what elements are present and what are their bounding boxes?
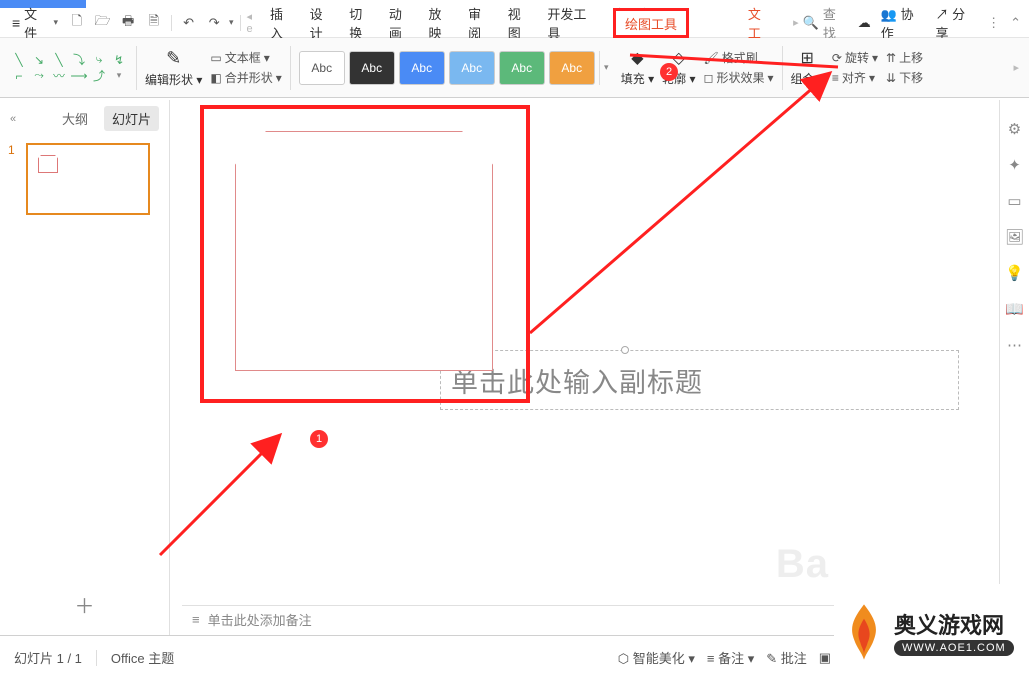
search-label: 查找	[823, 4, 848, 42]
group-button[interactable]: ⊞组合 ▾	[791, 42, 824, 93]
rail-more-icon[interactable]: ⋯	[1007, 336, 1022, 354]
annotation-badge-1: 1	[310, 430, 328, 448]
share-button[interactable]: ↗ 分享	[936, 4, 978, 42]
view-normal-icon[interactable]: ▣	[819, 650, 831, 666]
preview-icon[interactable]: 🗎	[143, 12, 165, 34]
open-icon[interactable]: 🗁	[92, 12, 114, 34]
menu-drawing-tools[interactable]: 绘图工具	[620, 14, 682, 33]
hamburger-icon: ≡	[12, 15, 20, 31]
slide-thumb-1[interactable]: 1	[0, 137, 169, 221]
style-blue[interactable]: Abc	[399, 51, 445, 85]
style-lightblue[interactable]: Abc	[449, 51, 495, 85]
menu-view[interactable]: 视图	[503, 4, 539, 42]
right-rail: ⚙ ✦ ▭ 🖼 💡 📖 ⋯	[999, 100, 1029, 635]
textbox-button[interactable]: ▭文本框 ▾	[210, 49, 281, 66]
fill-button[interactable]: ◆填充 ▾	[621, 42, 654, 93]
cloud-icon[interactable]: ☁	[858, 15, 871, 31]
rotate-handle-icon[interactable]	[621, 346, 629, 354]
slide-counter[interactable]: 幻灯片 1 / 1	[14, 648, 82, 667]
shape-styles-gallery: Abc Abc Abc Abc Abc Abc ▾	[299, 51, 613, 85]
undo-icon[interactable]: ↶	[178, 12, 200, 34]
style-white[interactable]: Abc	[299, 51, 345, 85]
sparkle-icon[interactable]: ✦	[1008, 156, 1021, 174]
search-box[interactable]: 🔍 查找	[803, 4, 848, 42]
tab-slides[interactable]: 幻灯片	[104, 106, 159, 131]
mini-shape-icon	[38, 155, 58, 173]
shape-effect-button[interactable]: ◻形状效果 ▾	[704, 69, 774, 86]
ribbon-scroll-right-icon[interactable]: ▸	[1013, 61, 1019, 74]
inserted-shape[interactable]	[235, 131, 493, 371]
ribbon: ╲↘╲⤵⤷↯ ⌐⤳〰⟶⤴▾ ✎ 编辑形状 ▾ ▭文本框 ▾ ◧合并形状 ▾ Ab…	[0, 38, 1029, 98]
thumb-number: 1	[8, 143, 20, 215]
notes-placeholder: 单击此处添加备注	[208, 610, 312, 629]
caret-down-icon: ▾	[53, 17, 58, 28]
collapse-ribbon-icon[interactable]: ⌃	[1010, 15, 1021, 31]
thumbnail-panel: « 大纲 幻灯片 1 ＋	[0, 100, 170, 635]
file-label: 文件	[24, 4, 49, 42]
tab-outline[interactable]: 大纲	[54, 106, 96, 131]
merge-shape-button[interactable]: ◧合并形状 ▾	[210, 69, 281, 86]
rotate-button[interactable]: ⟳旋转 ▾	[832, 49, 878, 66]
file-menu[interactable]: ≡ 文件 ▾	[8, 4, 62, 42]
menu-review[interactable]: 审阅	[463, 4, 499, 42]
menu-design[interactable]: 设计	[305, 4, 341, 42]
notes-button[interactable]: ≡ 备注 ▾	[707, 648, 754, 667]
slide-canvas[interactable]: 单击此处输入副标题 1 Ba	[170, 100, 1029, 635]
theme-label[interactable]: Office 主题	[111, 648, 174, 667]
layout-icon[interactable]: ▭	[1007, 192, 1021, 210]
move-up-button[interactable]: ⇈上移	[886, 49, 923, 66]
lines-gallery[interactable]: ╲↘╲⤵⤷↯ ⌐⤳〰⟶⤴▾	[10, 42, 128, 93]
more-icon[interactable]: ⋮	[987, 15, 1000, 31]
format-painter-button[interactable]: 🖌格式刷	[704, 49, 774, 66]
styles-more-icon[interactable]: ▾	[599, 51, 613, 85]
scroll-left-icon[interactable]: ◂ e	[247, 10, 261, 35]
move-down-button[interactable]: ⇊下移	[886, 69, 923, 86]
beautify-button[interactable]: ⬡ 智能美化 ▾	[618, 648, 695, 667]
flame-logo-icon	[840, 602, 888, 662]
redo-icon[interactable]: ↷	[203, 12, 225, 34]
annotation-badge-2: 2	[660, 63, 678, 81]
drawing-tools-highlight: 绘图工具	[613, 8, 689, 38]
align-button[interactable]: ≡对齐 ▾	[832, 69, 878, 86]
scroll-right-icon[interactable]: ▸	[793, 16, 799, 29]
menu-devtools[interactable]: 开发工具	[542, 4, 603, 42]
image-icon[interactable]: 🖼	[1005, 228, 1024, 246]
style-black[interactable]: Abc	[349, 51, 395, 85]
comment-button[interactable]: ✎ 批注	[766, 648, 807, 667]
settings-icon[interactable]: ⚙	[1008, 120, 1021, 138]
idea-icon[interactable]: 💡	[1005, 264, 1024, 282]
menu-insert[interactable]: 插入	[265, 4, 301, 42]
site-watermark: 奥义游戏网 WWW.AOE1.COM	[834, 584, 1029, 679]
collab-button[interactable]: 👥 协作	[881, 4, 926, 42]
add-slide-button[interactable]: ＋	[0, 574, 169, 635]
style-orange[interactable]: Abc	[549, 51, 595, 85]
search-icon: 🔍	[803, 15, 819, 31]
teach-icon[interactable]: 📖	[1005, 300, 1024, 318]
save-icon[interactable]: 🗋	[66, 12, 88, 34]
print-icon[interactable]: 🖶	[117, 12, 139, 34]
watermark-url: WWW.AOE1.COM	[894, 640, 1014, 656]
menu-slideshow[interactable]: 放映	[424, 4, 460, 42]
menu-animation[interactable]: 动画	[384, 4, 420, 42]
watermark-text: 奥义游戏网	[894, 608, 1014, 640]
caret-icon[interactable]: ▾	[229, 17, 234, 28]
menu-transition[interactable]: 切换	[344, 4, 380, 42]
menu-bar: ≡ 文件 ▾ 🗋 🗁 🖶 🗎 ↶ ↷ ▾ ◂ e 插入 设计 切换 动画 放映 …	[0, 8, 1029, 38]
style-green[interactable]: Abc	[499, 51, 545, 85]
notes-grip-icon[interactable]: ≡	[192, 612, 200, 627]
menu-text-tools[interactable]: 文 工	[743, 4, 789, 42]
edit-shape-group[interactable]: ✎ 编辑形状 ▾	[145, 42, 202, 93]
collapse-panel-icon[interactable]: «	[10, 113, 16, 125]
